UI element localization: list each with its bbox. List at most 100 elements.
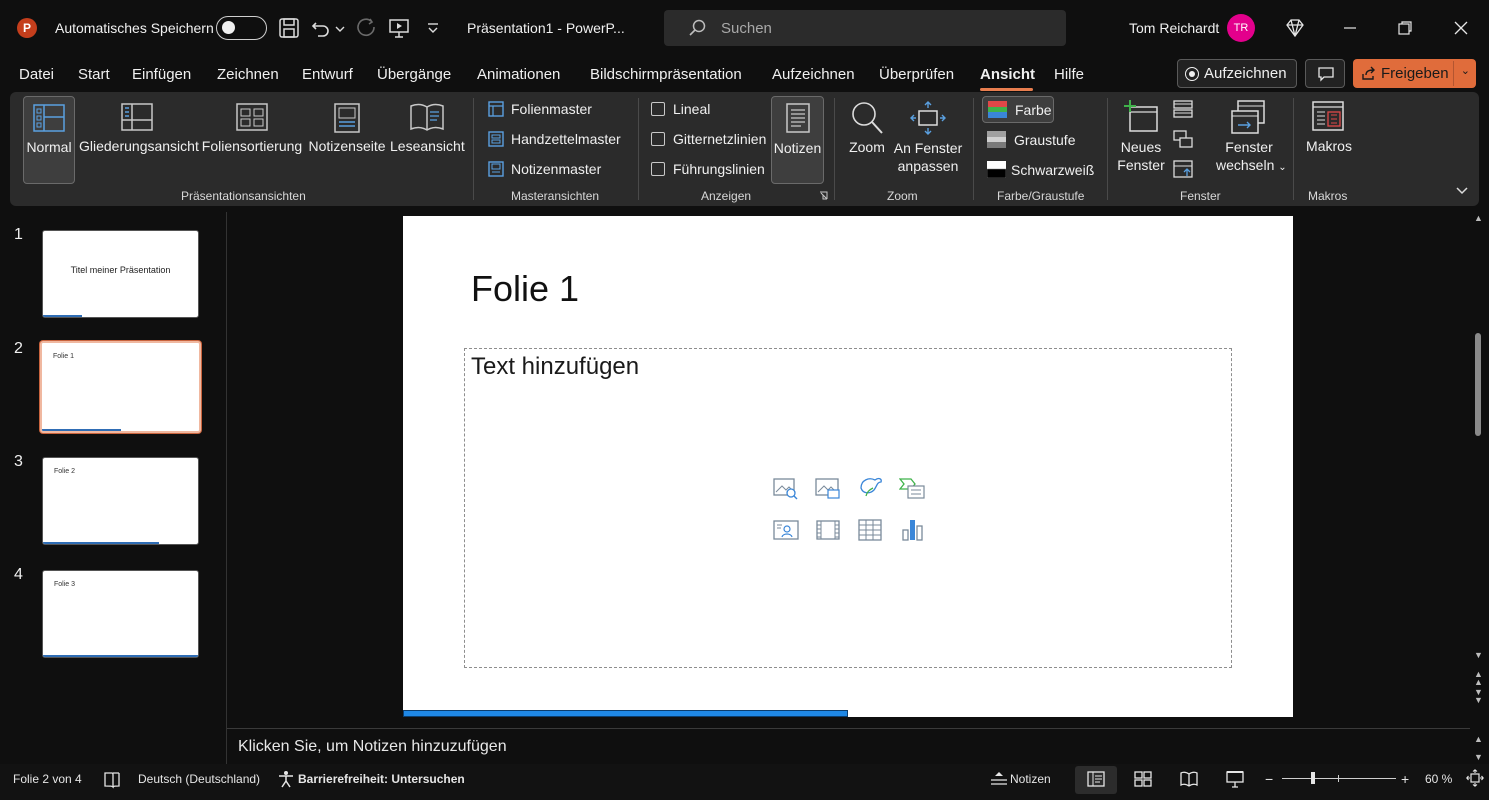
slide-sorter-view-icon[interactable]: [1134, 771, 1152, 787]
redo-icon[interactable]: [355, 17, 377, 39]
color-button[interactable]: Farbe: [982, 96, 1054, 123]
slide-thumbnail-1[interactable]: Titel meiner Präsentation: [42, 230, 199, 318]
tab-einfuegen[interactable]: Einfügen: [132, 66, 191, 83]
macros-button[interactable]: Makros: [1302, 96, 1356, 184]
new-window-button[interactable]: Neues Fenster: [1115, 96, 1167, 184]
tab-ansicht[interactable]: Ansicht: [980, 66, 1035, 83]
premium-diamond-icon[interactable]: [1285, 18, 1305, 38]
slide-counter[interactable]: Folie 2 von 4: [13, 772, 82, 786]
notes-pane[interactable]: Klicken Sie, um Notizen hinzuzufügen: [227, 728, 1470, 764]
cascade-icon[interactable]: [1173, 130, 1193, 148]
view-notes-page-button[interactable]: Notizenseite: [307, 96, 387, 184]
scrollbar-thumb[interactable]: [1475, 333, 1481, 436]
tab-entwurf[interactable]: Entwurf: [302, 66, 353, 83]
next-slide-icon[interactable]: ▼ ▼: [1474, 688, 1483, 705]
slide-thumbnail-3[interactable]: Folie 2: [42, 457, 199, 545]
current-slide[interactable]: Folie 1 Text hinzufügen: [403, 216, 1293, 717]
tab-animationen[interactable]: Animationen: [477, 66, 560, 83]
insert-stock-images-icon[interactable]: [815, 476, 841, 500]
scroll-down-arrow-icon[interactable]: ▼: [1474, 650, 1483, 660]
tab-bildschirmpraesentation[interactable]: Bildschirmpräsentation: [590, 66, 742, 83]
autosave-toggle[interactable]: [216, 16, 267, 40]
notes-master-button[interactable]: Notizenmaster: [488, 161, 601, 177]
document-title[interactable]: Präsentation1 - PowerP...: [467, 0, 625, 56]
insert-table-icon[interactable]: [857, 518, 883, 542]
language-indicator[interactable]: Deutsch (Deutschland): [138, 772, 260, 786]
undo-dropdown-chevron-icon[interactable]: [333, 17, 347, 39]
reading-view-status-icon[interactable]: [1180, 771, 1198, 787]
notes-placeholder[interactable]: Klicken Sie, um Notizen hinzuzufügen: [238, 738, 507, 756]
slide-title[interactable]: Folie 1: [471, 268, 579, 310]
view-normal-button[interactable]: Normal: [23, 96, 75, 184]
gridlines-checkbox-box[interactable]: [651, 132, 665, 146]
avatar[interactable]: TR: [1227, 14, 1255, 42]
slideshow-view-icon[interactable]: [1226, 770, 1244, 788]
view-reading-button[interactable]: Leseansicht: [390, 96, 465, 184]
tab-datei[interactable]: Datei: [19, 66, 54, 83]
ribbon-collapse-chevron-icon[interactable]: [1455, 184, 1469, 198]
insert-cameo-icon[interactable]: [773, 518, 799, 542]
accessibility-status[interactable]: Barrierefreiheit: Untersuchen: [298, 772, 465, 786]
user-name[interactable]: Tom Reichardt: [1129, 0, 1219, 56]
zoom-slider-thumb[interactable]: [1311, 772, 1315, 784]
zoom-out-icon[interactable]: −: [1265, 771, 1273, 787]
insert-video-icon[interactable]: [815, 518, 841, 542]
switch-windows-button[interactable]: Fenster wechseln ⌄: [1216, 96, 1287, 184]
insert-chart-icon[interactable]: [899, 518, 925, 542]
notes-toggle-icon[interactable]: [989, 770, 1009, 788]
content-placeholder[interactable]: Text hinzufügen: [464, 348, 1232, 668]
restore-icon[interactable]: [1395, 18, 1415, 38]
zoom-button[interactable]: Zoom: [845, 96, 889, 184]
guides-checkbox[interactable]: Führungslinien: [651, 161, 765, 177]
slide-thumbnail-2[interactable]: Folie 1: [40, 341, 201, 433]
tab-uebergaenge[interactable]: Übergänge: [377, 66, 451, 83]
gridlines-checkbox[interactable]: Gitternetzlinien: [651, 131, 766, 147]
dialog-launcher-icon[interactable]: [819, 191, 828, 200]
comments-button[interactable]: [1305, 59, 1345, 88]
insert-icons-icon[interactable]: [857, 474, 883, 498]
zoom-level[interactable]: 60 %: [1425, 772, 1452, 786]
record-button[interactable]: Aufzeichnen: [1177, 59, 1297, 88]
search-box[interactable]: Suchen: [664, 10, 1066, 46]
fit-to-window-button[interactable]: An Fenster anpassen: [893, 96, 963, 184]
share-button[interactable]: Freigeben ⌄: [1353, 59, 1476, 88]
slide-thumbnail-4[interactable]: Folie 3: [42, 570, 199, 658]
tab-zeichnen[interactable]: Zeichnen: [217, 66, 279, 83]
customize-toolbar-icon[interactable]: [424, 17, 442, 39]
view-slide-sorter-button[interactable]: Foliensortierung: [200, 96, 304, 184]
share-dropdown-chevron-icon[interactable]: ⌄: [1461, 64, 1470, 77]
present-from-start-icon[interactable]: [388, 17, 410, 39]
accessibility-icon[interactable]: [277, 770, 295, 788]
close-icon[interactable]: [1451, 18, 1471, 38]
notes-scroll-up-arrow-icon[interactable]: ▲: [1474, 734, 1483, 744]
notes-status-label[interactable]: Notizen: [1010, 772, 1051, 786]
guides-checkbox-box[interactable]: [651, 162, 665, 176]
minimize-icon[interactable]: [1340, 18, 1360, 38]
save-icon[interactable]: [278, 17, 300, 39]
previous-slide-icon[interactable]: ▲ ▲: [1474, 670, 1483, 687]
tab-hilfe[interactable]: Hilfe: [1054, 66, 1084, 83]
fit-slide-to-window-icon[interactable]: [1466, 769, 1484, 787]
zoom-slider-track[interactable]: [1282, 778, 1396, 779]
slide-master-button[interactable]: Folienmaster: [488, 101, 592, 117]
move-split-icon[interactable]: [1173, 160, 1193, 178]
insert-smartart-icon[interactable]: [899, 476, 925, 500]
tab-start[interactable]: Start: [78, 66, 110, 83]
undo-icon[interactable]: [310, 17, 332, 39]
view-outline-button[interactable]: Gliederungsansicht: [79, 96, 199, 184]
scroll-up-arrow-icon[interactable]: ▲: [1474, 213, 1483, 223]
spelling-check-icon[interactable]: [103, 771, 121, 789]
tab-ueberpruefen[interactable]: Überprüfen: [879, 66, 954, 83]
ruler-checkbox-box[interactable]: [651, 102, 665, 116]
zoom-in-icon[interactable]: +: [1401, 771, 1409, 787]
handout-master-button[interactable]: Handzettelmaster: [488, 131, 621, 147]
black-white-button[interactable]: Schwarzweiß: [987, 161, 1094, 178]
ruler-checkbox[interactable]: Lineal: [651, 101, 710, 117]
arrange-all-icon[interactable]: [1173, 100, 1193, 118]
notes-scroll-down-arrow-icon[interactable]: ▼: [1474, 752, 1483, 762]
insert-picture-icon[interactable]: [773, 476, 799, 500]
normal-view-icon[interactable]: [1087, 771, 1105, 787]
notes-toggle-button[interactable]: Notizen: [771, 96, 824, 184]
grayscale-button[interactable]: Graustufe: [987, 131, 1075, 148]
tab-aufzeichnen[interactable]: Aufzeichnen: [772, 66, 855, 83]
